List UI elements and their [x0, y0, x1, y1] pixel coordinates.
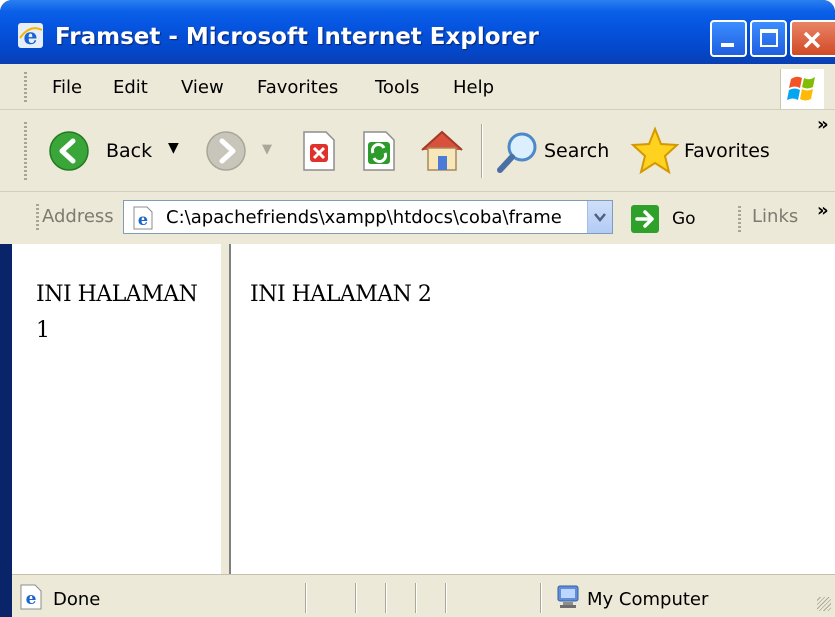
address-dropdown-button[interactable] — [587, 201, 612, 233]
menu-help[interactable]: Help — [453, 77, 494, 98]
menu-bar: File Edit View Favorites Tools Help — [0, 64, 835, 110]
stop-icon — [303, 131, 335, 171]
left-frame-text: INI HALAMAN 1 — [36, 282, 198, 343]
ie-logo-icon: e — [18, 23, 43, 49]
address-input[interactable]: e C:\apachefriends\xampp\htdocs\coba\fra… — [123, 200, 613, 234]
status-divider — [415, 583, 417, 613]
star-icon — [630, 126, 680, 175]
go-button[interactable]: Go — [630, 204, 710, 234]
menu-file[interactable]: File — [52, 77, 82, 98]
resize-grip[interactable] — [817, 597, 831, 611]
window-title: Framset - Microsoft Internet Explorer — [55, 24, 539, 50]
standard-toolbar: Back ▼ ▼ Search Favorites » — [0, 110, 835, 192]
search-icon — [497, 132, 537, 173]
menu-edit[interactable]: Edit — [113, 77, 148, 98]
status-divider — [445, 583, 447, 613]
svg-text:e: e — [138, 210, 148, 229]
my-computer-icon — [557, 585, 579, 608]
status-divider — [355, 583, 357, 613]
home-icon — [421, 130, 463, 171]
menu-tools[interactable]: Tools — [375, 77, 419, 98]
status-bar: e Done My Computer — [12, 574, 835, 617]
maximize-button[interactable] — [750, 20, 787, 57]
page-icon: e — [133, 206, 153, 230]
address-bar: Address e C:\apachefriends\xampp\htdocs\… — [0, 192, 835, 244]
status-divider — [540, 583, 542, 613]
toolbar-overflow-chevron[interactable]: » — [817, 114, 829, 135]
right-frame-text: INI HALAMAN 2 — [250, 282, 432, 307]
refresh-icon — [363, 131, 395, 171]
frame-divider[interactable] — [219, 244, 231, 574]
close-icon — [803, 31, 821, 49]
address-value: C:\apachefriends\xampp\htdocs\coba\frame — [166, 207, 562, 228]
search-button[interactable]: Search — [496, 130, 616, 174]
maximize-icon — [760, 29, 778, 47]
browser-chrome: File Edit View Favorites Tools Help Back… — [0, 64, 835, 244]
go-label: Go — [672, 209, 696, 229]
menu-favorites[interactable]: Favorites — [257, 77, 338, 98]
back-button[interactable]: Back ▼ — [48, 130, 188, 174]
frameset-content: INI HALAMAN 1 INI HALAMAN 2 — [12, 244, 835, 574]
address-label: Address — [42, 206, 114, 227]
title-bar[interactable]: e Framset - Microsoft Internet Explorer — [0, 0, 835, 64]
address-grip[interactable] — [36, 202, 39, 232]
status-divider — [385, 583, 387, 613]
links-grip[interactable] — [738, 204, 741, 232]
close-button[interactable] — [790, 20, 835, 57]
svg-text:e: e — [26, 589, 37, 609]
left-frame: INI HALAMAN 1 — [12, 244, 219, 574]
page-status-icon: e — [20, 584, 42, 610]
forward-arrow-icon — [206, 131, 246, 171]
minimize-button[interactable] — [710, 20, 747, 57]
search-label: Search — [544, 140, 610, 162]
back-arrow-icon — [49, 131, 89, 171]
forward-button[interactable]: ▼ — [205, 130, 275, 174]
favorites-button[interactable]: Favorites — [630, 126, 780, 176]
links-label[interactable]: Links — [752, 206, 798, 227]
forward-dropdown-icon[interactable]: ▼ — [262, 142, 272, 157]
menu-grip[interactable] — [24, 70, 27, 104]
favorites-label: Favorites — [684, 140, 770, 162]
stop-button[interactable] — [300, 130, 340, 174]
right-frame: INI HALAMAN 2 — [231, 244, 835, 574]
status-divider — [305, 583, 307, 613]
minimize-icon — [721, 43, 734, 47]
back-label: Back — [106, 140, 153, 162]
go-arrow-icon — [631, 205, 659, 233]
status-text: Done — [53, 589, 101, 610]
home-button[interactable] — [418, 128, 466, 174]
windows-logo-icon — [780, 69, 824, 109]
zone-text: My Computer — [587, 589, 709, 610]
back-dropdown-icon[interactable]: ▼ — [168, 140, 179, 156]
menu-view[interactable]: View — [181, 77, 224, 98]
toolbar-separator — [481, 124, 483, 178]
toolbar-grip[interactable] — [24, 120, 27, 180]
browser-window: e Framset - Microsoft Internet Explorer … — [0, 0, 835, 617]
refresh-button[interactable] — [360, 130, 400, 174]
chevron-down-icon — [594, 213, 606, 222]
links-overflow-chevron[interactable]: » — [817, 200, 829, 221]
